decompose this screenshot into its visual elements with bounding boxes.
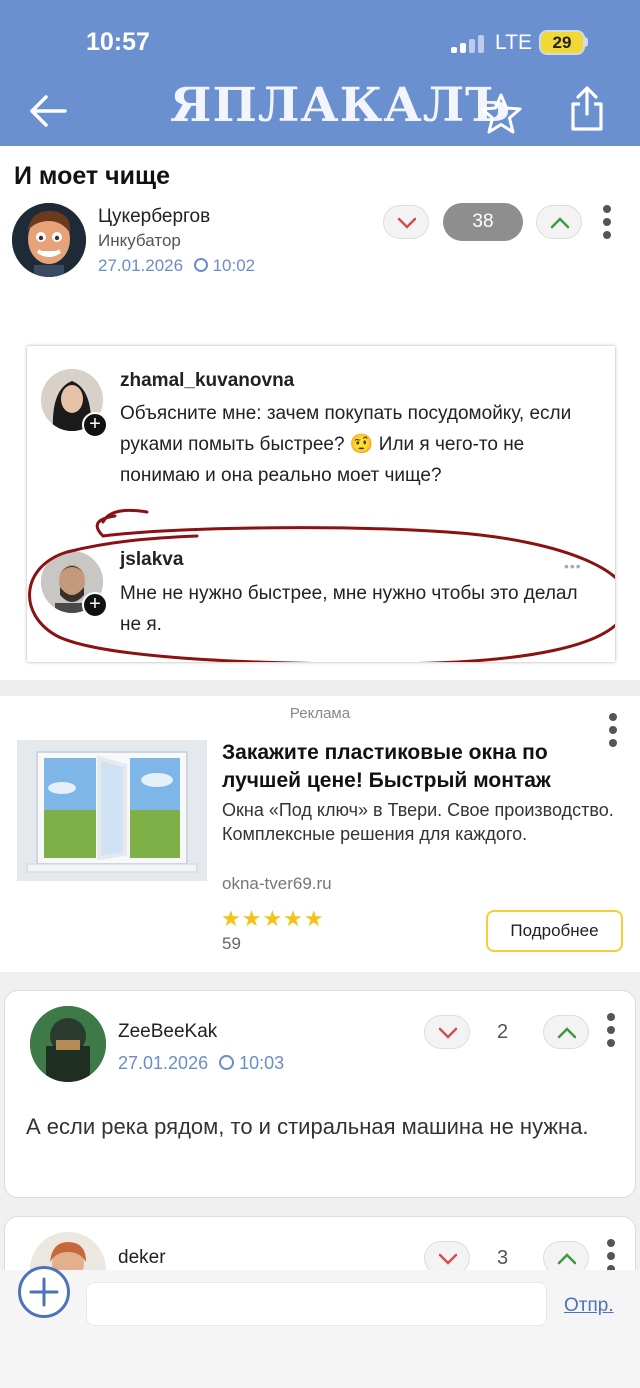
ad-label: Реклама [289,705,351,722]
ad-description: Окна «Под ключ» в Твери. Свое производст… [222,800,614,844]
comment-score: 2 [497,1021,509,1043]
battery-icon: 29 [539,30,585,55]
send-button[interactable]: Отпр. [564,1295,614,1317]
post-date: 27.01.2026 [98,256,184,275]
comment-datetime: 27.01.2026 10:03 [118,1053,284,1074]
star-icon[interactable] [478,92,524,136]
chevron-up-icon [557,1027,577,1039]
downvote-button[interactable] [424,1015,470,1049]
red-circle-annotation [28,508,615,662]
chevron-down-icon [438,1027,458,1039]
ad-more-button[interactable]: Подробнее [486,910,623,952]
ad-domain[interactable]: okna-tver69.ru [222,874,332,894]
comment-input[interactable] [86,1282,547,1326]
battery-tip [584,37,588,47]
arrow-left-icon[interactable] [28,94,68,128]
ad-rating-stars: ★★★★★ [221,906,325,931]
chevron-up-icon [550,217,570,229]
upvote-button[interactable] [543,1015,589,1049]
downvote-button[interactable] [383,205,429,239]
plus-icon [29,1277,59,1307]
author-avatar[interactable] [12,203,86,277]
network-type: LTE [495,31,532,54]
separator [0,680,640,696]
ad-menu-icon[interactable] [609,713,617,747]
post-datetime: 27.01.2026 10:02 [98,256,255,276]
clock-icon [193,258,208,272]
chevron-down-icon [397,217,417,229]
comment-menu-icon[interactable] [607,1239,615,1273]
comment-user[interactable]: ZeeBeeKak [118,1021,217,1043]
ad-title[interactable]: Закажите пластиковые окна по лучшей цене… [222,739,602,795]
comment-text: А если река рядом, то и стиральная машин… [26,1114,589,1139]
clock-icon [219,1055,235,1070]
upvote-button[interactable] [536,205,582,239]
comment-user[interactable]: deker [118,1247,166,1269]
comment-date: 27.01.2026 [118,1053,209,1073]
comment-menu-icon[interactable] [607,1013,615,1047]
share-icon[interactable] [566,84,608,132]
status-time: 10:57 [86,28,150,56]
post-menu-icon[interactable] [603,205,611,239]
ad-image[interactable] [17,740,207,881]
site-logo[interactable]: ЯПЛАКАЛЪ [170,78,511,133]
post-time-value: 10:02 [212,256,256,275]
signal-icon [451,35,487,53]
comment-avatar[interactable] [30,1006,106,1082]
comment-card: ZeeBeeKak 27.01.2026 10:03 2 А если река… [4,990,636,1198]
add-attachment-button[interactable] [18,1266,70,1318]
post-title: И моет чище [14,162,170,190]
author-rank: Инкубатор [98,231,181,250]
ad-rating-count: 59 [222,934,241,953]
post-image[interactable]: + zhamal_kuvanovna Объясните мне: зачем … [27,346,615,662]
author-name[interactable]: Цукербергов [98,206,210,228]
comment-time: 10:03 [239,1053,285,1073]
app-header: 10:57 LTE 29 ЯПЛАКАЛЪ [0,0,640,146]
comment-score: 3 [497,1247,509,1269]
post-score: 38 [443,203,523,241]
